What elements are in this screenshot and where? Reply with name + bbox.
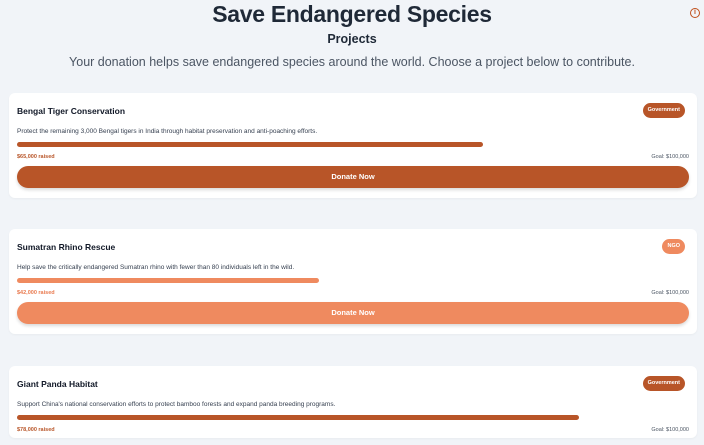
organization-badge: Government [642, 103, 685, 118]
project-description: Protect the remaining 3,000 Bengal tiger… [17, 128, 318, 135]
project-description: Support China's national conservation ef… [17, 401, 336, 408]
progress-bar [17, 142, 689, 147]
raised-amount: $65,000 raised [17, 154, 55, 160]
goal-amount: Goal: $100,000 [651, 154, 689, 160]
project-card: Giant Panda Habitat Government Support C… [9, 366, 697, 438]
section-title: Projects [327, 32, 377, 46]
project-card: Bengal Tiger Conservation Government Pro… [9, 93, 697, 198]
organization-badge: Government [642, 376, 685, 391]
project-title: Bengal Tiger Conservation [17, 106, 126, 116]
project-title: Sumatran Rhino Rescue [17, 242, 116, 252]
progress-bar [17, 415, 689, 420]
progress-bar-fill [17, 278, 320, 283]
goal-amount: Goal: $100,000 [651, 290, 689, 296]
project-description: Help save the critically endangered Suma… [17, 264, 295, 271]
progress-bar-fill [17, 142, 484, 147]
page-header: Save Endangered Species Projects Your do… [0, 0, 704, 71]
progress-bar-fill [17, 415, 579, 420]
donate-button[interactable]: Donate Now [17, 302, 689, 324]
goal-amount: Goal: $100,000 [651, 427, 689, 433]
raised-amount: $78,000 raised [17, 427, 55, 433]
info-icon[interactable]: i [690, 8, 700, 18]
page-title: Save Endangered Species [212, 1, 492, 27]
raised-amount: $42,000 raised [17, 290, 55, 296]
intro-text: Your donation helps save endangered spec… [69, 55, 635, 69]
progress-bar [17, 278, 689, 283]
project-title: Giant Panda Habitat [17, 379, 98, 389]
project-card: Sumatran Rhino Rescue NGO Help save the … [9, 229, 697, 334]
organization-badge: NGO [662, 239, 685, 254]
donate-button[interactable]: Donate Now [17, 166, 689, 188]
